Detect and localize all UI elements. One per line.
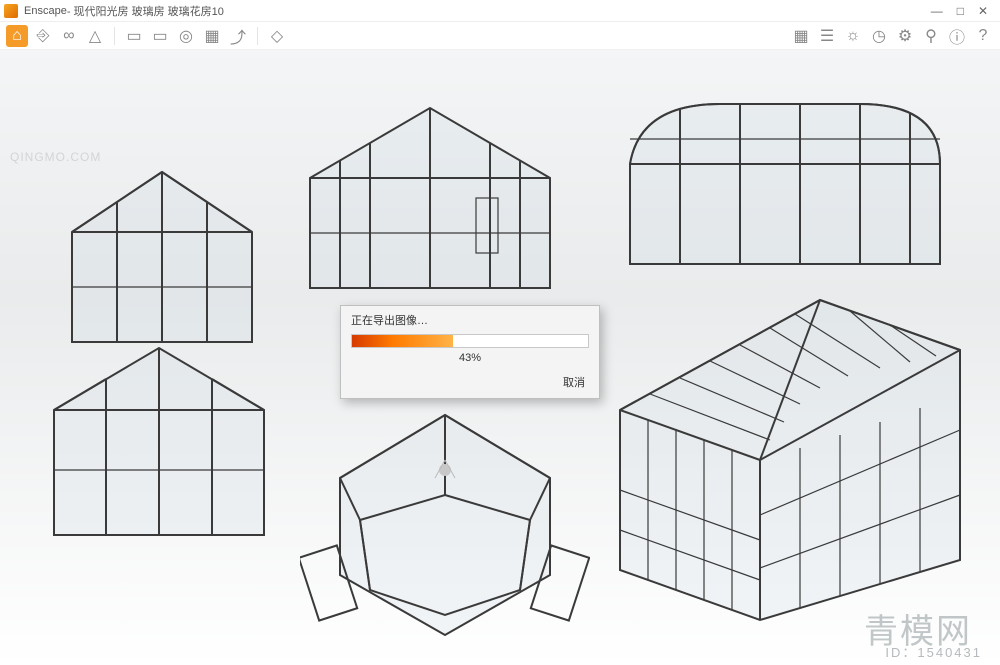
dialog-title: 正在导出图像… <box>341 306 599 330</box>
app-icon <box>4 4 18 18</box>
close-button[interactable]: ✕ <box>978 4 988 18</box>
export-dialog: 正在导出图像… 43% 取消 <box>340 305 600 399</box>
tag-icon[interactable]: ◇ <box>266 25 288 47</box>
progress-fill <box>352 335 453 347</box>
render-viewport[interactable]: QINGMO.COM <box>0 50 1000 665</box>
window-controls: — □ ✕ <box>931 4 996 18</box>
upload-icon[interactable]: ⤴ <box>227 25 249 47</box>
layers-icon[interactable]: ☰ <box>816 25 838 47</box>
pin-icon[interactable]: ⚲ <box>920 25 942 47</box>
maximize-button[interactable]: □ <box>957 4 964 18</box>
home-icon[interactable]: ⌂ <box>6 25 28 47</box>
toolbar: ⌂⎆∞△▭▭◎▦⤴◇ ▦☰☼◷⚙⚲ⓘ? <box>0 22 1000 50</box>
progress-percent: 43% <box>341 350 599 370</box>
structure-gable-left <box>24 330 294 560</box>
export-icon[interactable]: ▦ <box>201 25 223 47</box>
light-icon[interactable]: ☼ <box>842 25 864 47</box>
panorama-icon[interactable]: ◎ <box>175 25 197 47</box>
cancel-button[interactable]: 取消 <box>563 377 585 389</box>
alert-icon[interactable]: △ <box>84 25 106 47</box>
vr-icon[interactable]: ∞ <box>58 25 80 47</box>
video-icon[interactable]: ▭ <box>149 25 171 47</box>
doc-icon[interactable]: ▭ <box>123 25 145 47</box>
clock-icon[interactable]: ◷ <box>868 25 890 47</box>
grid-icon[interactable]: ▦ <box>790 25 812 47</box>
titlebar: Enscape - 现代阳光房 玻璃房 玻璃花房10 — □ ✕ <box>0 0 1000 22</box>
help-icon[interactable]: ? <box>972 25 994 47</box>
structure-conservatory <box>560 280 990 640</box>
minimize-button[interactable]: — <box>931 4 943 18</box>
settings-icon[interactable]: ⚙ <box>894 25 916 47</box>
link-icon[interactable]: ⎆ <box>32 25 54 47</box>
title-suffix: - 现代阳光房 玻璃房 玻璃花房10 <box>67 3 224 19</box>
app-name: Enscape <box>24 5 67 17</box>
info-icon[interactable]: ⓘ <box>946 25 968 47</box>
watermark-id: ID：1540431 <box>885 642 982 661</box>
progress-bar <box>351 334 589 348</box>
structure-hexagon <box>300 400 590 650</box>
structure-gable-mid <box>280 88 580 318</box>
structure-curved-roof <box>600 74 960 294</box>
